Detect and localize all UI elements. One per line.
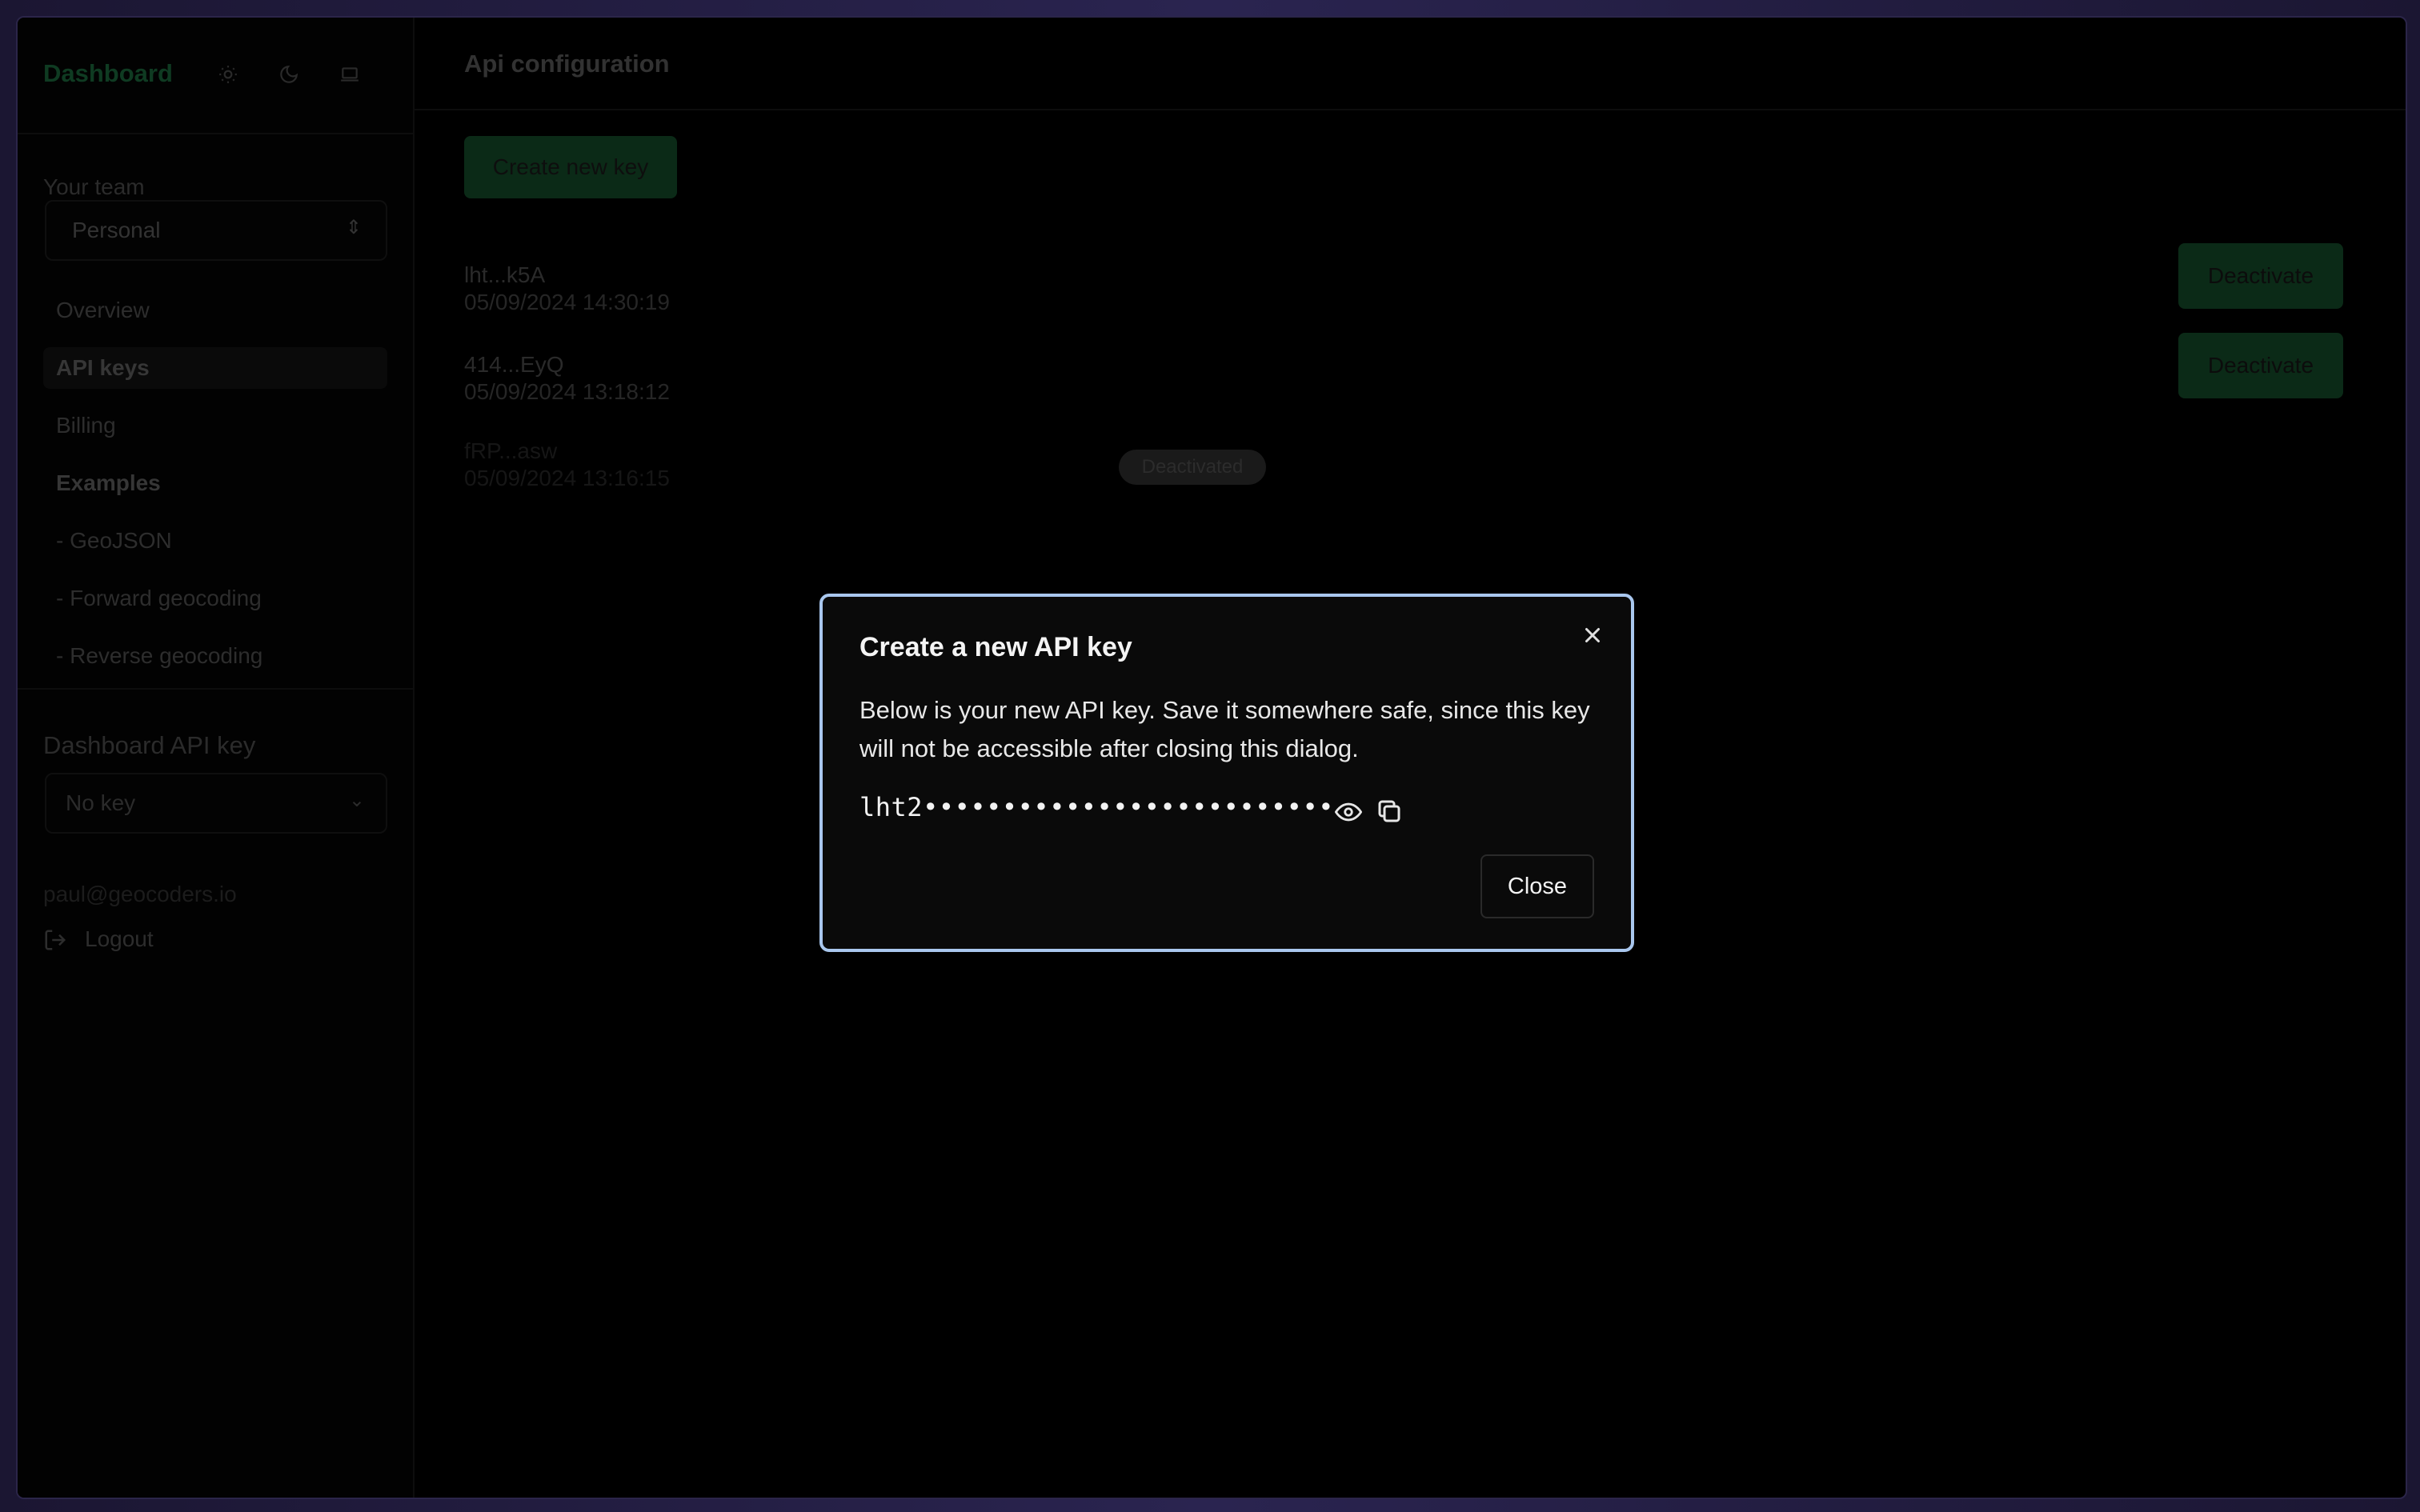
api-key-date: 05/09/2024 13:18:12 xyxy=(464,379,670,404)
nav-section-examples: Examples xyxy=(43,462,387,504)
brand-title[interactable]: Dashboard xyxy=(43,59,173,88)
dialog-title: Create a new API key xyxy=(859,632,1132,662)
api-key-name: 414...EyQ xyxy=(464,352,564,377)
deactivate-button[interactable]: Deactivate xyxy=(2178,333,2343,398)
nav-item-overview[interactable]: Overview xyxy=(43,290,387,331)
sidebar-header: Dashboard xyxy=(18,18,413,134)
api-key-date: 05/09/2024 14:30:19 xyxy=(464,290,670,314)
sun-icon[interactable] xyxy=(216,64,240,88)
nav-item-label: - GeoJSON xyxy=(56,528,172,553)
api-key-row: lht...k5A 05/09/2024 14:30:19 xyxy=(464,262,670,315)
api-key-name: lht...k5A xyxy=(464,262,546,287)
api-key-name: fRP...asw xyxy=(464,438,558,463)
sidebar: Dashboard Your team Personal ⇕ Overview xyxy=(18,18,415,1498)
laptop-icon[interactable] xyxy=(338,64,362,88)
page-title: Api configuration xyxy=(464,50,670,78)
nav-section-label: Examples xyxy=(56,470,161,495)
logout-icon xyxy=(45,930,66,950)
create-new-key-button[interactable]: Create new key xyxy=(464,136,677,198)
nav-item-label: Billing xyxy=(56,413,116,438)
nav-item-billing[interactable]: Billing xyxy=(43,405,387,446)
close-button[interactable]: Close xyxy=(1480,854,1594,918)
nav-item-geojson[interactable]: - GeoJSON xyxy=(43,520,387,562)
eye-icon[interactable] xyxy=(1334,798,1363,826)
dialog-description: Below is your new API key. Save it somew… xyxy=(859,696,1590,762)
api-key-row: fRP...asw 05/09/2024 13:16:15 xyxy=(464,438,670,491)
logout-label: Logout xyxy=(85,926,154,951)
dashboard-key-label: Dashboard API key xyxy=(43,731,256,759)
nav-item-reverse-geocoding[interactable]: - Reverse geocoding xyxy=(43,635,387,677)
api-key-row: 414...EyQ 05/09/2024 13:18:12 xyxy=(464,352,670,405)
deactivate-button[interactable]: Deactivate xyxy=(2178,243,2343,309)
api-key-masked-value: lht2•••••••••••••••••••••••••• xyxy=(859,792,1334,822)
app-window: Dashboard Your team Personal ⇕ Overview xyxy=(16,16,2407,1499)
close-icon[interactable] xyxy=(1578,621,1607,650)
copy-icon[interactable] xyxy=(1375,797,1404,826)
nav-item-label: - Reverse geocoding xyxy=(56,643,263,668)
team-select-value: Personal xyxy=(72,218,161,242)
dashboard-key-value: No key xyxy=(66,790,136,815)
nav-item-label: - Forward geocoding xyxy=(56,586,262,610)
api-key-date: 05/09/2024 13:16:15 xyxy=(464,466,670,490)
dashboard-key-select[interactable]: No key ⌄ xyxy=(45,773,387,834)
moon-icon[interactable] xyxy=(277,64,301,88)
create-api-key-dialog: Create a new API key Below is your new A… xyxy=(819,594,1634,952)
team-label: Your team xyxy=(43,174,145,199)
chevron-up-down-icon: ⇕ xyxy=(345,217,362,238)
deactivated-badge: Deactivated xyxy=(1119,450,1266,485)
main-header: Api configuration xyxy=(415,18,2406,110)
sidebar-divider xyxy=(18,688,413,690)
nav-item-api-keys[interactable]: API keys xyxy=(43,347,387,389)
nav-item-label: API keys xyxy=(56,355,150,380)
chevron-down-icon: ⌄ xyxy=(348,790,365,811)
nav-item-label: Overview xyxy=(56,298,150,322)
user-email: paul@geocoders.io xyxy=(43,882,237,906)
nav-item-forward-geocoding[interactable]: - Forward geocoding xyxy=(43,578,387,619)
team-select[interactable]: Personal ⇕ xyxy=(45,200,387,261)
